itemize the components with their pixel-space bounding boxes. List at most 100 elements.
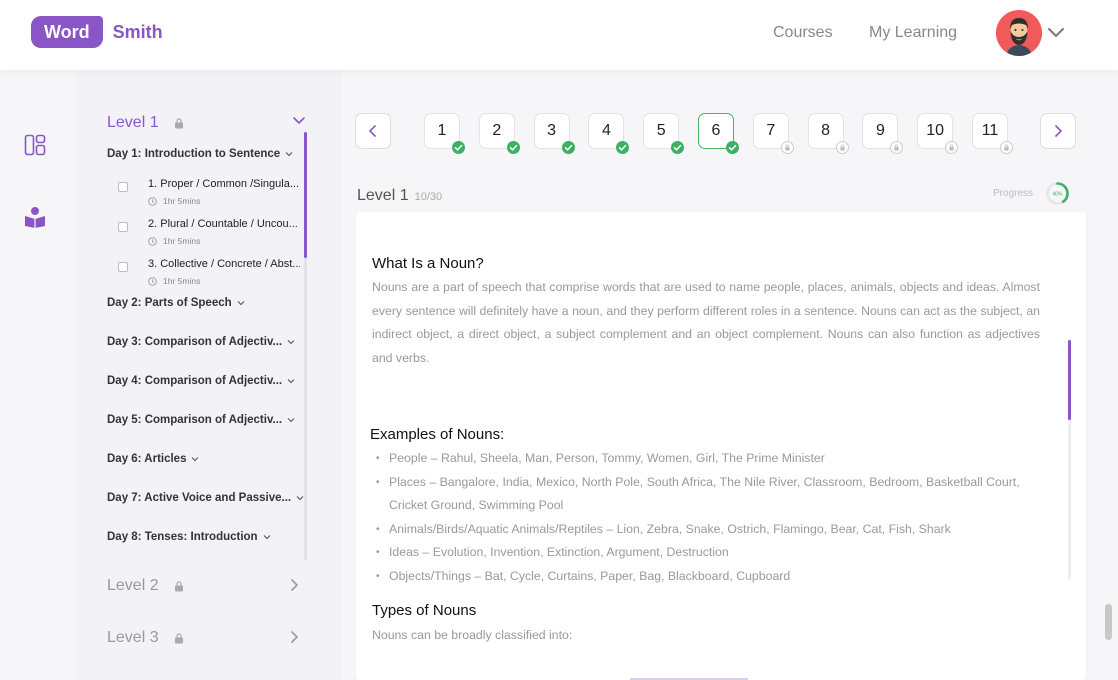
level-heading-title: Level 1	[357, 187, 409, 204]
paragraph-types-intro: Nouns can be broadly classified into:	[372, 628, 573, 642]
progress-label: Progress	[993, 188, 1034, 199]
page-scrollbar-thumb[interactable]	[1105, 604, 1112, 640]
lesson-duration: 1hr 5mins	[148, 276, 200, 286]
course-sidebar: Level 1 Day 1: Introduction to Sentence …	[76, 70, 342, 680]
day-6-label: Day 6: Articles	[107, 453, 187, 465]
day-7-label: Day 7: Active Voice and Passive...	[107, 492, 292, 504]
user-avatar[interactable]	[996, 10, 1042, 56]
day-11-chip[interactable]: 11	[972, 113, 1013, 154]
day-4-label: Day 4: Comparison of Adjectiv...	[107, 375, 283, 387]
day-6-chip[interactable]: 6	[698, 113, 739, 154]
day-3-label: Day 3: Comparison of Adjectiv...	[107, 336, 283, 348]
lesson-checkbox[interactable]	[118, 182, 128, 192]
clock-icon	[148, 236, 157, 246]
lesson-checkbox[interactable]	[118, 262, 128, 272]
check-icon	[726, 141, 739, 154]
top-header: Word Smith Courses My Learning	[0, 0, 1118, 70]
progress-ring: 40%	[1046, 182, 1069, 205]
chevron-down-icon	[263, 535, 270, 540]
content-scrollbar-thumb[interactable]	[1068, 340, 1071, 420]
wordsmith-logo[interactable]: Word Smith	[31, 16, 163, 48]
next-day-button[interactable]	[1040, 113, 1076, 149]
day-3-chip[interactable]: 3	[533, 113, 575, 154]
day-number: 5	[656, 122, 666, 139]
day-7-item[interactable]: Day 7: Active Voice and Passive...	[107, 492, 304, 504]
check-icon	[452, 141, 465, 154]
lesson-time-label: 1hr 5mins	[163, 196, 201, 206]
chevron-right-icon[interactable]	[288, 630, 302, 644]
chevron-down-icon[interactable]	[292, 114, 306, 128]
day-number: 2	[492, 122, 502, 139]
icon-rail	[0, 70, 76, 680]
lesson-title: 3. Collective / Concrete / Abst...	[148, 258, 300, 270]
day-4-item[interactable]: Day 4: Comparison of Adjectiv...	[107, 375, 295, 387]
prev-day-button[interactable]	[355, 113, 391, 149]
chevron-down-icon	[287, 418, 295, 423]
day-3-item[interactable]: Day 3: Comparison of Adjectiv...	[107, 336, 295, 348]
day-2-label: Day 2: Parts of Speech	[107, 297, 232, 309]
chevron-down-icon	[287, 379, 295, 384]
level-heading: Level 1 10/30	[357, 187, 442, 205]
lock-icon	[174, 632, 183, 643]
nav-courses-link[interactable]: Courses	[773, 24, 833, 42]
level-1-header[interactable]: Level 1	[107, 114, 184, 132]
learner-book-icon[interactable]	[24, 206, 46, 228]
level-1-title: Level 1	[107, 114, 159, 131]
check-icon	[506, 141, 520, 154]
day-number: 4	[601, 122, 611, 139]
logo-word: Word	[31, 16, 103, 48]
day-1-label: Day 1: Introduction to Sentence	[107, 148, 281, 160]
day-10-chip[interactable]: 10	[917, 113, 959, 154]
dashboard-icon[interactable]	[24, 134, 46, 156]
day-8-chip[interactable]: 8	[807, 113, 849, 154]
day-8-label: Day 8: Tenses: Introduction	[107, 531, 258, 543]
day-1-item[interactable]: Day 1: Introduction to Sentence	[107, 148, 293, 160]
day-number: 8	[821, 122, 831, 139]
lesson-checkbox[interactable]	[118, 222, 128, 232]
day-number: 1	[437, 122, 447, 139]
day-number: 11	[981, 122, 999, 139]
clock-icon	[148, 196, 157, 206]
day-6-item[interactable]: Day 6: Articles	[107, 453, 199, 465]
day-9-chip[interactable]: 9	[862, 113, 904, 154]
lesson-time-label: 1hr 5mins	[163, 276, 201, 286]
chevron-down-icon	[287, 340, 295, 345]
day-5-chip[interactable]: 5	[643, 113, 685, 154]
lock-icon	[1000, 141, 1013, 154]
level-2-title: Level 2	[107, 577, 159, 594]
sidebar-scrollbar-thumb[interactable]	[304, 132, 307, 258]
day-8-item[interactable]: Day 8: Tenses: Introduction	[107, 531, 271, 543]
level-3-title: Level 3	[107, 629, 159, 646]
day-number: 6	[711, 122, 721, 139]
level-2-header[interactable]: Level 2	[107, 577, 184, 595]
examples-list: People – Rahul, Sheela, Man, Person, Tom…	[376, 447, 1056, 588]
day-2-item[interactable]: Day 2: Parts of Speech	[107, 297, 245, 309]
list-item: People – Rahul, Sheela, Man, Person, Tom…	[376, 447, 1056, 471]
day-2-chip[interactable]: 2	[478, 113, 520, 154]
clock-icon	[148, 276, 157, 286]
check-icon	[561, 141, 575, 154]
lesson-time-label: 1hr 5mins	[163, 236, 201, 246]
check-icon	[616, 141, 630, 154]
chevron-down-icon	[192, 457, 199, 462]
day-number: 7	[766, 122, 776, 139]
chevron-down-icon	[237, 301, 245, 306]
day-number: 9	[875, 122, 885, 139]
day-7-chip[interactable]: 7	[752, 113, 794, 154]
nav-my-learning-link[interactable]: My Learning	[869, 24, 957, 42]
chevron-right-icon[interactable]	[288, 578, 302, 592]
list-item: Places – Bangalore, India, Mexico, North…	[376, 471, 1056, 518]
chevron-down-icon[interactable]	[1046, 22, 1066, 42]
lock-icon	[890, 141, 904, 154]
lock-icon	[945, 141, 959, 154]
lesson-content: What Is a Noun? Nouns are a part of spee…	[356, 212, 1086, 680]
check-icon	[671, 141, 685, 154]
progress-value: 40%	[1052, 191, 1063, 197]
heading-types-of-nouns: Types of Nouns	[372, 602, 477, 619]
chevron-down-icon	[285, 152, 293, 157]
day-1-chip[interactable]: 1	[424, 113, 465, 154]
day-5-item[interactable]: Day 5: Comparison of Adjectiv...	[107, 414, 295, 426]
level-3-header[interactable]: Level 3	[107, 629, 184, 647]
day-4-chip[interactable]: 4	[588, 113, 630, 154]
lesson-title: 2. Plural / Countable / Uncou...	[148, 218, 298, 230]
